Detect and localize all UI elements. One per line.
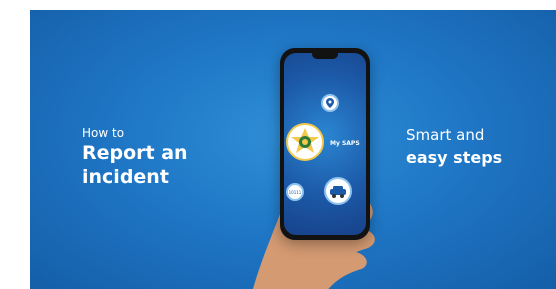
smartphone: My SAPS 10111: [280, 48, 370, 240]
saps-logo-icon[interactable]: [286, 123, 324, 161]
how-to-text: How to: [82, 126, 125, 140]
police-car-icon[interactable]: [324, 177, 352, 205]
app-name-label: My SAPS: [330, 140, 360, 147]
app-screen: My SAPS 10111: [284, 53, 366, 235]
phone-notch: [312, 53, 338, 59]
headline-line2: incident: [82, 166, 169, 188]
location-pin-icon[interactable]: [321, 94, 339, 112]
emergency-number-icon[interactable]: 10111: [286, 183, 304, 201]
emergency-number-text: 10111: [289, 190, 302, 195]
promo-banner: How to Report an incident Smart and easy…: [30, 10, 556, 289]
headline-line1: Report an: [82, 142, 188, 164]
left-caption: How to Report an incident: [82, 126, 188, 188]
